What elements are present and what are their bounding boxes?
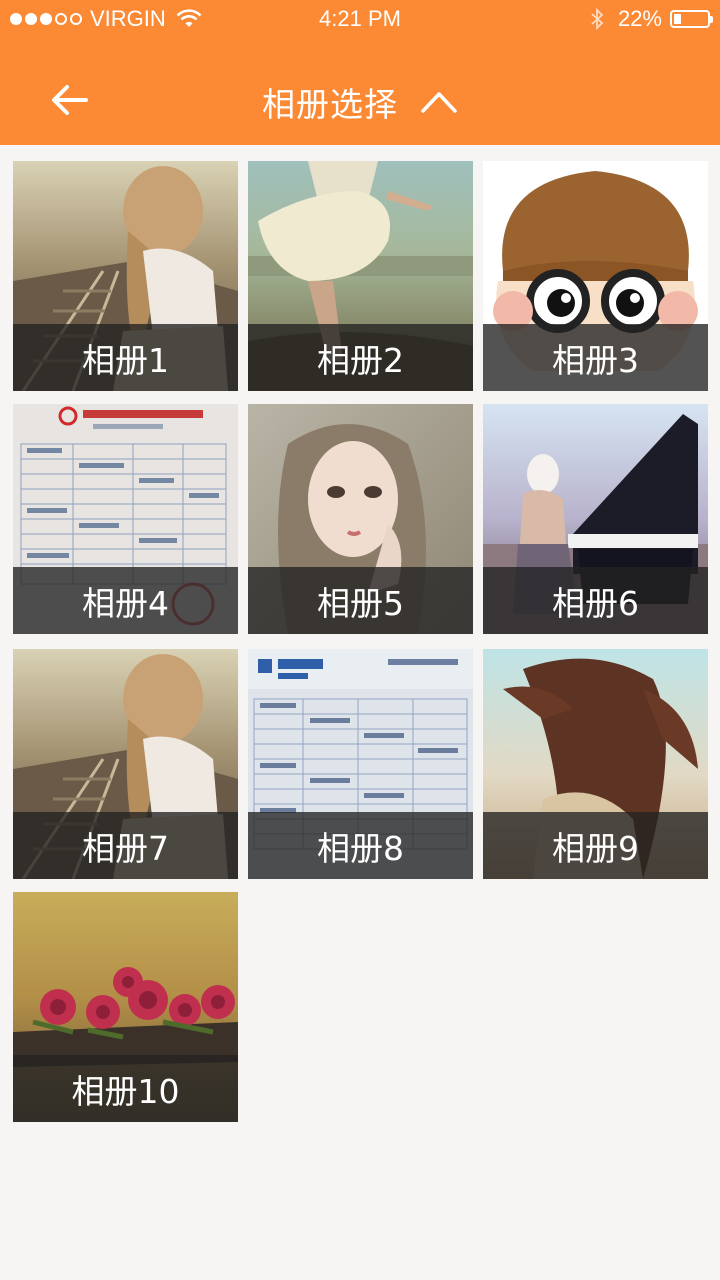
album-tile[interactable]: 相册2 — [248, 161, 473, 391]
album-selector-toggle[interactable]: 相册选择 — [0, 78, 720, 126]
album-label: 相册8 — [248, 812, 473, 879]
album-label: 相册5 — [248, 567, 473, 634]
page-title: 相册选择 — [262, 85, 398, 124]
album-label: 相册6 — [483, 567, 708, 634]
nav-bar: 相册选择 — [0, 60, 720, 140]
bluetooth-icon — [591, 8, 604, 30]
battery-percent: 22% — [617, 6, 662, 31]
album-label: 相册7 — [13, 812, 238, 879]
album-label: 相册1 — [13, 324, 238, 391]
battery-icon — [670, 10, 713, 28]
album-tile[interactable]: 相册9 — [483, 649, 708, 879]
chevron-up-icon — [421, 92, 457, 113]
album-tile[interactable]: 相册5 — [248, 404, 473, 634]
album-tile[interactable]: 相册10 — [13, 892, 238, 1122]
album-label: 相册3 — [483, 324, 708, 391]
album-tile[interactable]: 相册8 — [248, 649, 473, 879]
album-label: 相册10 — [13, 1055, 238, 1122]
status-bar: VIRGIN 4:21 PM 22% — [0, 0, 720, 40]
album-tile[interactable]: 相册7 — [13, 649, 238, 879]
album-tile[interactable]: 相册4 — [13, 404, 238, 634]
header-bar: VIRGIN 4:21 PM 22% 相册选择 — [0, 0, 720, 145]
album-label: 相册2 — [248, 324, 473, 391]
album-tile[interactable]: 相册3 — [483, 161, 708, 391]
album-label: 相册4 — [13, 567, 238, 634]
album-tile[interactable]: 相册1 — [13, 161, 238, 391]
album-tile[interactable]: 相册6 — [483, 404, 708, 634]
album-label: 相册9 — [483, 812, 708, 879]
